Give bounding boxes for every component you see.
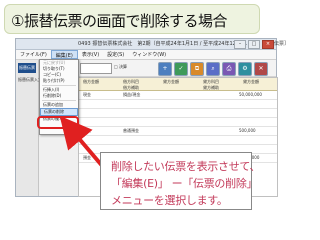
settlement-checkbox[interactable]: □ 決算 bbox=[114, 64, 127, 70]
menu-view[interactable]: 表示(V) bbox=[78, 50, 103, 59]
row-amount: 500,000 bbox=[239, 128, 256, 133]
callout-line-2: 「編集(E)」 ー「伝票の削除」 bbox=[111, 177, 258, 190]
row-amount: 50,000,000 bbox=[239, 92, 262, 97]
title-banner: ①振替伝票の画面で削除する場合 bbox=[4, 4, 260, 34]
row-desc: 損益/現金 bbox=[123, 92, 141, 97]
col-header: 貸方金額 bbox=[243, 79, 259, 84]
col-header: 借方金額 bbox=[83, 79, 99, 84]
menu-window[interactable]: ウィンドウ(W) bbox=[128, 50, 170, 59]
row-desc: 普通預金 bbox=[123, 128, 139, 133]
menu-file[interactable]: ファイル(F) bbox=[16, 50, 51, 59]
table-row[interactable]: 現金 損益/現金 50,000,000 bbox=[79, 91, 277, 100]
maximize-button[interactable]: □ bbox=[248, 40, 260, 49]
window-controls: – □ × bbox=[234, 40, 274, 49]
page-title: ①振替伝票の画面で削除する場合 bbox=[11, 12, 227, 30]
save-icon[interactable]: ✓ bbox=[174, 62, 188, 76]
menu-edit[interactable]: 編集(E) bbox=[50, 50, 78, 59]
menu-settings[interactable]: 設定(S) bbox=[103, 50, 128, 59]
settings-icon[interactable]: ⚙ bbox=[238, 62, 252, 76]
app-title-bar: 0493 振替伝票株式会社 第2期（自平成24年1月1日 / 至平成24年12月… bbox=[16, 39, 289, 50]
exit-icon[interactable]: ✕ bbox=[254, 62, 268, 76]
minimize-button[interactable]: – bbox=[234, 40, 246, 49]
table-row[interactable] bbox=[79, 118, 277, 127]
menu-delete-row[interactable]: 行削除(D) bbox=[40, 93, 78, 99]
menu-paste[interactable]: 貼り付け(P) bbox=[40, 78, 78, 84]
new-icon[interactable]: + bbox=[158, 62, 172, 76]
col-header: 貸方金額 bbox=[163, 79, 179, 84]
menu-separator bbox=[42, 85, 76, 86]
row-account: 預金 bbox=[83, 155, 91, 160]
close-button[interactable]: × bbox=[262, 40, 274, 49]
copy-icon[interactable]: ⧉ bbox=[190, 62, 204, 76]
highlight-box bbox=[37, 116, 79, 129]
table-row[interactable] bbox=[79, 100, 277, 109]
app-logo: 振替伝票 bbox=[18, 63, 36, 73]
table-row[interactable] bbox=[79, 136, 277, 145]
grid-header: 借方金額 借方科目 貸方金額 貸方科目 貸方金額 借方補助 貸方補助 bbox=[79, 78, 277, 91]
date-input[interactable] bbox=[80, 63, 112, 74]
toolbar: □ 決算 + ✓ ⧉ ⌕ ⎙ ⚙ ✕ bbox=[78, 60, 276, 77]
row-account: 現金 bbox=[83, 92, 91, 97]
search-icon[interactable]: ⌕ bbox=[206, 62, 220, 76]
menu-delete-voucher[interactable]: 伝票の削除 bbox=[40, 108, 78, 116]
instruction-callout: 削除したい伝票を表示させて、 「編集(E)」 ー「伝票の削除」 メニューを選択し… bbox=[100, 152, 261, 210]
left-panel: 振替伝票 振替伝票入力 bbox=[16, 60, 42, 196]
callout-line-1: 削除したい伝票を表示させて、 bbox=[111, 160, 261, 173]
table-row[interactable] bbox=[79, 109, 277, 118]
print-icon[interactable]: ⎙ bbox=[222, 62, 236, 76]
menu-separator bbox=[42, 100, 76, 101]
table-row[interactable]: 預金 普通預金 500,000 bbox=[79, 127, 277, 136]
callout-line-3: メニューを選択します。 bbox=[111, 194, 228, 207]
row-account: 預金 bbox=[83, 128, 91, 133]
